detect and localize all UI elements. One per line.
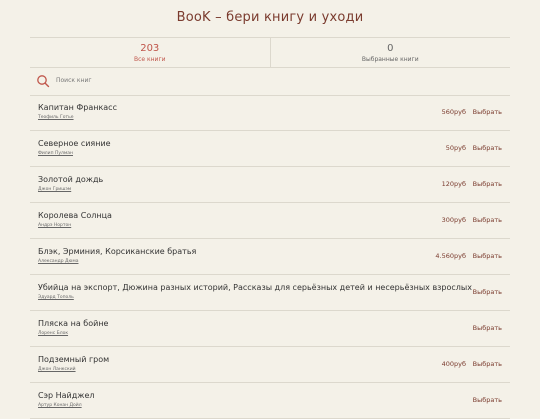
book-price: 560руб bbox=[441, 108, 466, 116]
book-list: Капитан Франкасс Теофиль Готье 560руб Вы… bbox=[30, 95, 510, 419]
book-price: 4.560руб bbox=[435, 252, 466, 260]
book-author-link[interactable]: Филип Пулман bbox=[38, 151, 73, 156]
app: BooK – бери книгу и уходи 203 Все книги … bbox=[0, 0, 540, 419]
select-button[interactable]: Выбрать bbox=[473, 396, 502, 404]
list-item: Блэк, Эрминия, Корсиканские братья Алекс… bbox=[30, 239, 510, 275]
search-input[interactable] bbox=[56, 77, 456, 84]
book-title: Капитан Франкасс bbox=[38, 103, 117, 112]
tab-count: 203 bbox=[140, 43, 160, 54]
book-author-link[interactable]: Артур Конан Дойл bbox=[38, 403, 82, 408]
book-price: 50руб bbox=[445, 144, 466, 152]
tab-count: 0 bbox=[387, 43, 394, 54]
book-title: Пляска на бойне bbox=[38, 319, 109, 328]
book-author-link[interactable]: Джон Ланкский bbox=[38, 367, 76, 372]
tabs: 203 Все книги 0 Выбранные книги bbox=[30, 37, 510, 68]
tab-all-books[interactable]: 203 Все книги bbox=[30, 38, 270, 67]
list-item: Северное сияние Филип Пулман 50руб Выбра… bbox=[30, 131, 510, 167]
select-button[interactable]: Выбрать bbox=[473, 288, 502, 296]
list-item: Подземный гром Джон Ланкский 400руб Выбр… bbox=[30, 347, 510, 383]
select-button[interactable]: Выбрать bbox=[473, 108, 502, 116]
search-bar bbox=[30, 66, 510, 96]
book-author-link[interactable]: Александр Дюма bbox=[38, 259, 78, 264]
book-price: 300руб bbox=[441, 216, 466, 224]
list-item: Пляска на бойне Лоренс Блок Выбрать bbox=[30, 311, 510, 347]
book-title: Сэр Найджел bbox=[38, 391, 95, 400]
book-title: Золотой дождь bbox=[38, 175, 104, 184]
book-author-link[interactable]: Андрэ Нортон bbox=[38, 223, 71, 228]
search-icon[interactable] bbox=[36, 74, 50, 88]
tab-selected-books[interactable]: 0 Выбранные книги bbox=[269, 38, 511, 67]
book-author-link[interactable]: Теофиль Готье bbox=[38, 115, 74, 120]
list-item: Золотой дождь Джон Гришэм 120руб Выбрать bbox=[30, 167, 510, 203]
list-item: Убийца на экспорт, Дюжина разных историй… bbox=[30, 275, 510, 311]
book-title: Северное сияние bbox=[38, 139, 111, 148]
book-author-link[interactable]: Джон Гришэм bbox=[38, 187, 71, 192]
book-title: Убийца на экспорт, Дюжина разных историй… bbox=[38, 283, 472, 292]
select-button[interactable]: Выбрать bbox=[473, 252, 502, 260]
book-title: Блэк, Эрминия, Корсиканские братья bbox=[38, 247, 197, 256]
tab-label: Выбранные книги bbox=[361, 56, 419, 63]
page-title: BooK – бери книгу и уходи bbox=[176, 10, 364, 25]
select-button[interactable]: Выбрать bbox=[473, 216, 502, 224]
list-item: Сэр Найджел Артур Конан Дойл Выбрать bbox=[30, 383, 510, 419]
book-title: Королева Солнца bbox=[38, 211, 112, 220]
tab-label: Все книги bbox=[133, 56, 166, 63]
list-item: Капитан Франкасс Теофиль Готье 560руб Вы… bbox=[30, 95, 510, 131]
book-author-link[interactable]: Лоренс Блок bbox=[38, 331, 68, 336]
book-price: 120руб bbox=[441, 180, 466, 188]
book-price: 400руб bbox=[441, 360, 466, 368]
list-item: Королева Солнца Андрэ Нортон 300руб Выбр… bbox=[30, 203, 510, 239]
select-button[interactable]: Выбрать bbox=[473, 360, 502, 368]
select-button[interactable]: Выбрать bbox=[473, 144, 502, 152]
book-title: Подземный гром bbox=[38, 355, 110, 364]
select-button[interactable]: Выбрать bbox=[473, 324, 502, 332]
book-author-link[interactable]: Эдуард Тополь bbox=[38, 295, 74, 300]
select-button[interactable]: Выбрать bbox=[473, 180, 502, 188]
